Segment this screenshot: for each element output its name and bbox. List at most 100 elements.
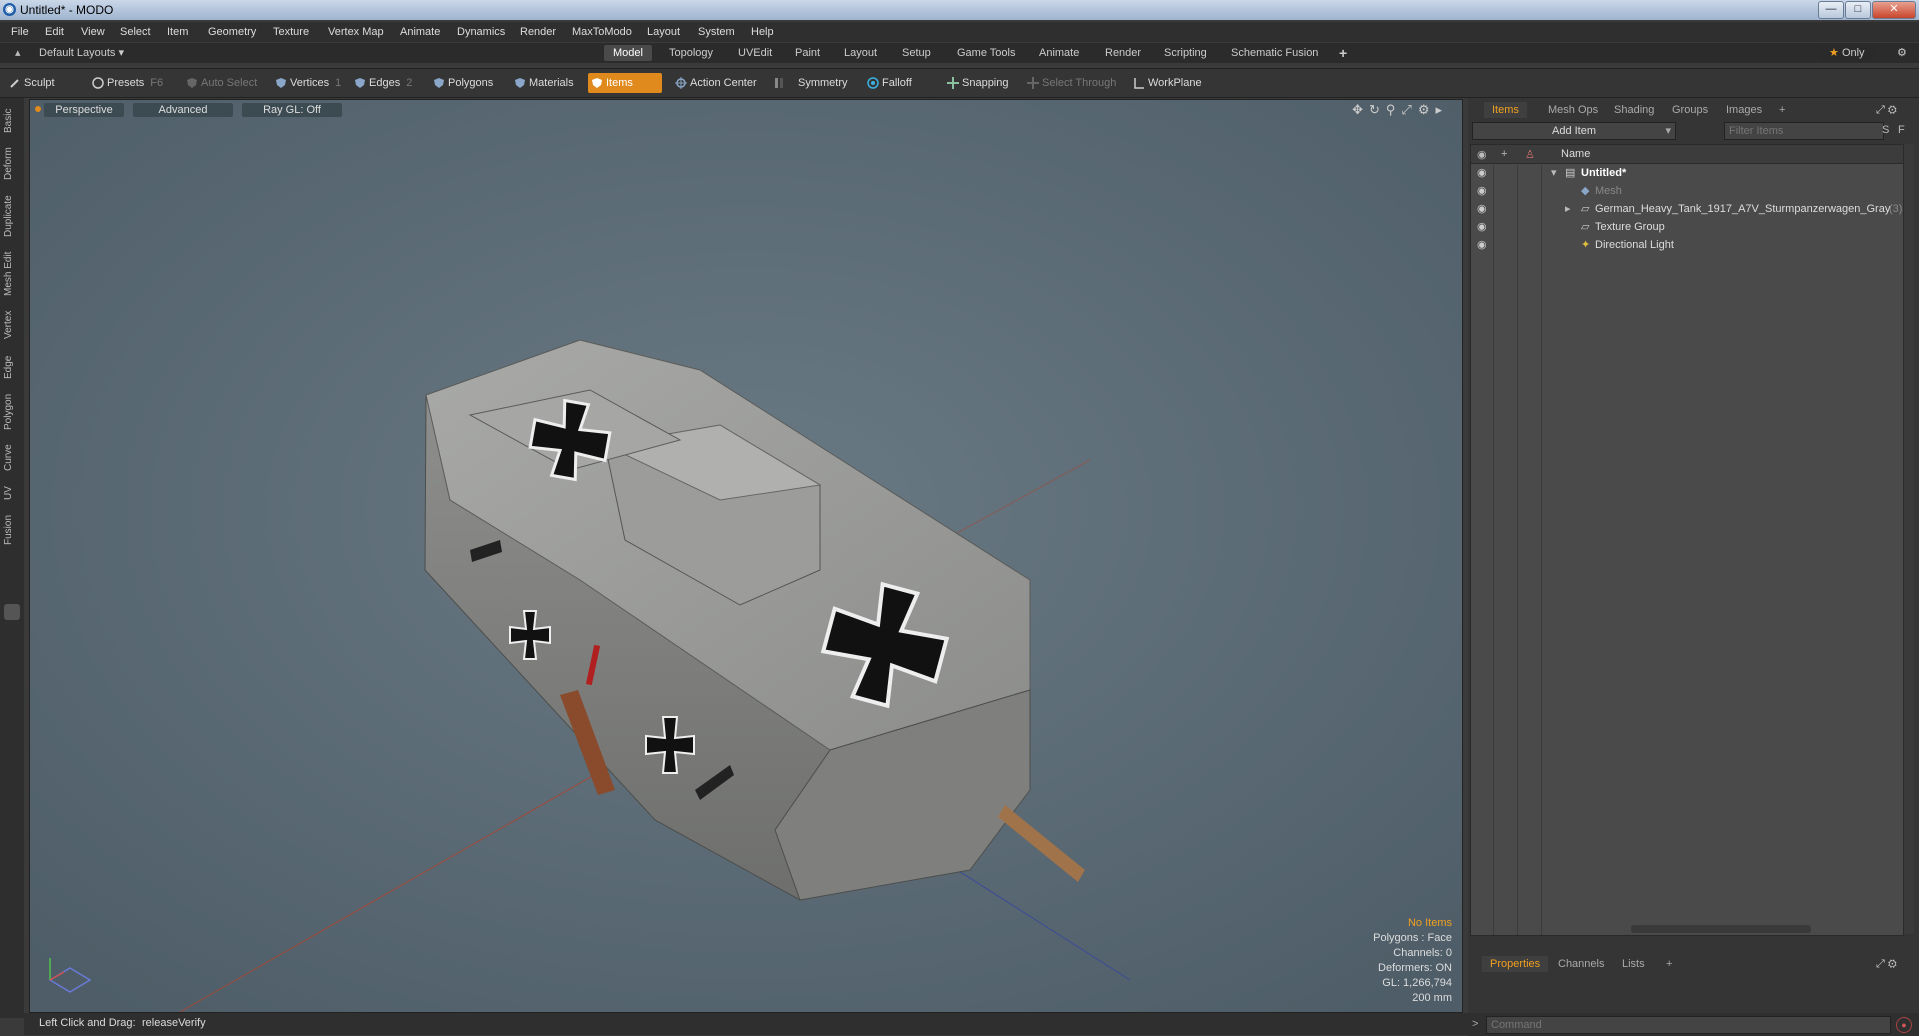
filter-items-input[interactable]: [1724, 122, 1884, 140]
panel-expand-gear-icon[interactable]: ⤢ ⚙: [1868, 102, 1905, 118]
falloff-button[interactable]: Falloff: [864, 73, 918, 93]
render-column-icon[interactable]: ♙: [1525, 148, 1535, 161]
auto-select-button[interactable]: Auto Select: [183, 73, 263, 93]
tab-basic[interactable]: Basic: [3, 104, 21, 138]
tab-uv[interactable]: UV: [3, 482, 21, 504]
tab-items[interactable]: Items: [1484, 102, 1527, 118]
menu-layout[interactable]: Layout: [647, 26, 680, 38]
horizontal-scrollbar[interactable]: [1631, 925, 1811, 933]
add-bottom-tab-button[interactable]: +: [1658, 956, 1680, 972]
select-through-button[interactable]: Select Through: [1024, 73, 1122, 93]
menu-render[interactable]: Render: [520, 26, 556, 38]
sculpt-button[interactable]: Sculpt: [6, 73, 61, 93]
tab-lists[interactable]: Lists: [1614, 956, 1653, 972]
tab-model[interactable]: Model: [604, 45, 652, 61]
tab-groups[interactable]: Groups: [1664, 102, 1716, 118]
tab-topology[interactable]: Topology: [660, 45, 722, 61]
filter-s-button[interactable]: S: [1882, 124, 1889, 136]
expand-arrow-icon[interactable]: ▸: [1565, 200, 1571, 218]
add-item-dropdown[interactable]: Add Item ▾: [1472, 122, 1676, 140]
menu-select[interactable]: Select: [120, 26, 151, 38]
tab-edge[interactable]: Edge: [3, 350, 21, 384]
menu-texture[interactable]: Texture: [273, 26, 309, 38]
edges-button[interactable]: Edges 2: [351, 73, 418, 93]
vertical-scrollbar[interactable]: [1904, 144, 1914, 934]
menu-file[interactable]: File: [11, 26, 29, 38]
symmetry-button[interactable]: Symmetry: [770, 73, 854, 93]
presets-button[interactable]: Presets F6: [89, 73, 169, 93]
snapping-button[interactable]: Snapping: [944, 73, 1015, 93]
items-button[interactable]: Items: [588, 73, 662, 93]
menu-animate[interactable]: Animate: [400, 26, 440, 38]
tab-animate[interactable]: Animate: [1030, 45, 1088, 61]
tab-mesh-ops[interactable]: Mesh Ops: [1540, 102, 1606, 118]
tab-curve[interactable]: Curve: [3, 440, 21, 476]
maximize-button[interactable]: □: [1845, 1, 1871, 19]
raygl-toggle[interactable]: Ray GL: Off: [242, 103, 342, 117]
settings-gear-icon[interactable]: ⚙: [1888, 45, 1916, 61]
minimize-button[interactable]: —: [1818, 1, 1844, 19]
close-button[interactable]: ✕: [1872, 1, 1916, 19]
menu-maxtomodo[interactable]: MaxToModo: [572, 26, 632, 38]
layout-collapse-icon[interactable]: ▴: [6, 45, 30, 61]
menu-system[interactable]: System: [698, 26, 735, 38]
visibility-column-eye-icon[interactable]: ◉: [1477, 148, 1487, 161]
bottom-panel-gear-icon[interactable]: ⤢ ⚙: [1868, 956, 1905, 972]
collapse-arrow-icon[interactable]: ▾: [1551, 164, 1557, 182]
visibility-eye-icon[interactable]: ◉: [1477, 164, 1487, 179]
menu-view[interactable]: View: [81, 26, 105, 38]
tab-properties[interactable]: Properties: [1482, 956, 1549, 972]
list-item[interactable]: ◉ ▾ ▤ Untitled*: [1471, 164, 1903, 182]
list-item[interactable]: ◉ ◆ Mesh: [1471, 182, 1903, 200]
record-icon[interactable]: ●: [1896, 1017, 1912, 1033]
filter-f-button[interactable]: F: [1898, 124, 1905, 136]
list-item[interactable]: ◉ ▸ ▱ German_Heavy_Tank_1917_A7V_Sturmpa…: [1471, 200, 1903, 218]
visibility-eye-icon[interactable]: ◉: [1477, 182, 1487, 197]
lock-column-icon[interactable]: +: [1501, 148, 1507, 160]
tab-channels[interactable]: Channels: [1550, 956, 1612, 972]
tab-setup[interactable]: Setup: [893, 45, 940, 61]
workplane-button[interactable]: WorkPlane: [1130, 73, 1208, 93]
view-mode-dropdown[interactable]: Perspective: [44, 103, 124, 117]
polygons-button[interactable]: Polygons: [430, 73, 499, 93]
shading-mode-dropdown[interactable]: Advanced: [133, 103, 233, 117]
tab-layout[interactable]: Layout: [835, 45, 886, 61]
tab-deform[interactable]: Deform: [3, 144, 21, 184]
tab-duplicate[interactable]: Duplicate: [3, 190, 21, 242]
vertices-button[interactable]: Vertices 1: [272, 73, 347, 93]
menu-geometry[interactable]: Geometry: [208, 26, 256, 38]
tool-palette-toggle[interactable]: [4, 604, 20, 620]
menu-vertex-map[interactable]: Vertex Map: [328, 26, 384, 38]
menu-dynamics[interactable]: Dynamics: [457, 26, 505, 38]
tab-mesh-edit[interactable]: Mesh Edit: [3, 248, 21, 300]
tab-images[interactable]: Images: [1718, 102, 1770, 118]
menu-help[interactable]: Help: [751, 26, 774, 38]
tab-paint[interactable]: Paint: [786, 45, 829, 61]
tab-schematic-fusion[interactable]: Schematic Fusion: [1222, 45, 1327, 61]
tab-game-tools[interactable]: Game Tools: [948, 45, 1025, 61]
viewport-menu-dot-icon[interactable]: [35, 106, 41, 112]
tab-uvedit[interactable]: UVEdit: [729, 45, 781, 61]
materials-button[interactable]: Materials: [511, 73, 580, 93]
list-item[interactable]: ◉ ▱ Texture Group: [1471, 218, 1903, 236]
layout-selector[interactable]: Default Layouts ▾: [30, 45, 133, 61]
3d-viewport[interactable]: Perspective Advanced Ray GL: Off ✥↻⚲⤢⚙▸ …: [29, 99, 1463, 1013]
visibility-eye-icon[interactable]: ◉: [1477, 200, 1487, 215]
tab-polygon[interactable]: Polygon: [3, 390, 21, 434]
tab-shading[interactable]: Shading: [1606, 102, 1662, 118]
tab-scripting[interactable]: Scripting: [1155, 45, 1216, 61]
visibility-eye-icon[interactable]: ◉: [1477, 236, 1487, 251]
viewport-nav-icons[interactable]: ✥↻⚲⤢⚙▸: [1352, 102, 1448, 118]
tab-fusion[interactable]: Fusion: [3, 510, 21, 550]
tab-render[interactable]: Render: [1096, 45, 1150, 61]
menu-edit[interactable]: Edit: [45, 26, 64, 38]
name-column-header[interactable]: Name: [1561, 148, 1590, 160]
only-toggle[interactable]: ★ Only: [1820, 45, 1874, 61]
add-panel-tab-button[interactable]: +: [1771, 102, 1793, 118]
tab-vertex[interactable]: Vertex: [3, 306, 21, 344]
command-input[interactable]: [1486, 1016, 1891, 1034]
viewport-scene[interactable]: [30, 100, 1462, 1012]
action-center-button[interactable]: Action Center: [672, 73, 763, 93]
menu-item[interactable]: Item: [167, 26, 188, 38]
list-item[interactable]: ◉ ✦ Directional Light: [1471, 236, 1903, 254]
